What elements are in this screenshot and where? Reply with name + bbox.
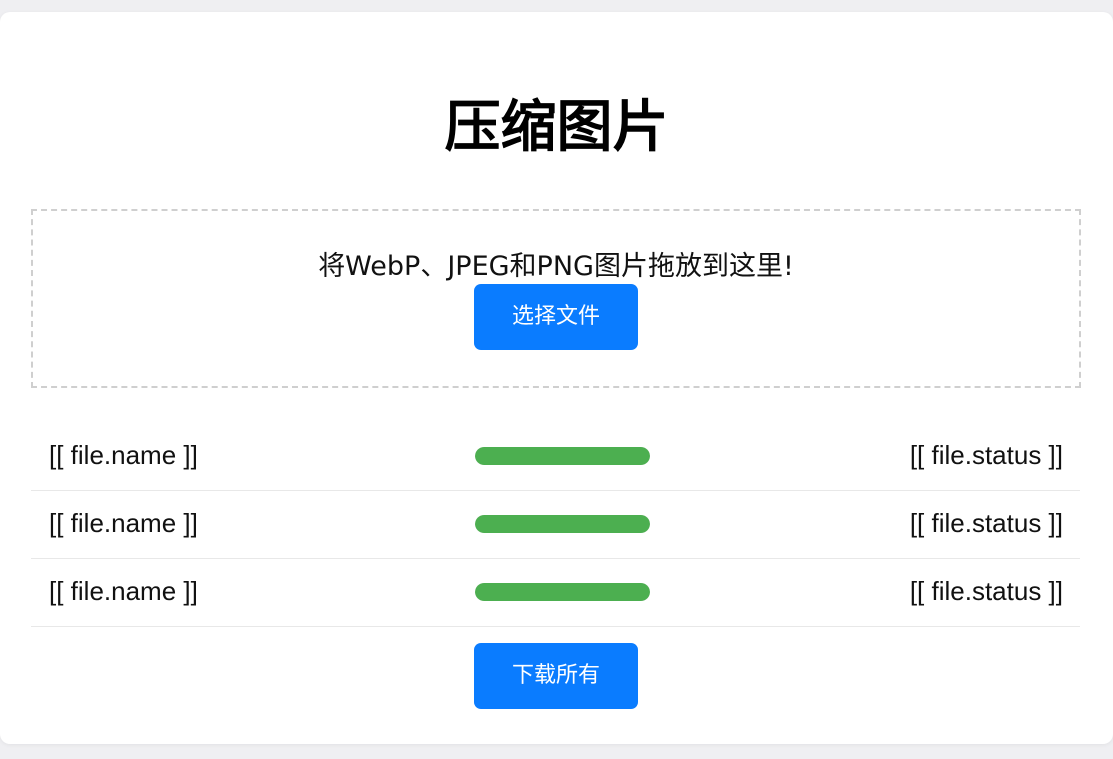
file-row: [[ file.name ]] [[ file.status ]] (31, 423, 1080, 491)
file-name: [[ file.name ]] (49, 440, 198, 470)
progress-fill (475, 515, 650, 533)
file-status: [[ file.status ]] (909, 576, 1063, 606)
progress-bar (475, 515, 650, 533)
progress-bar (475, 583, 650, 601)
progress-fill (475, 447, 650, 465)
dropzone-instructions: 将WebP、JPEG和PNG图片拖放到这里! (318, 251, 794, 282)
progress-bar (475, 447, 650, 465)
file-status: [[ file.status ]] (909, 440, 1063, 470)
file-row: [[ file.name ]] [[ file.status ]] (31, 559, 1080, 627)
main-card: 压缩图片 将WebP、JPEG和PNG图片拖放到这里! 选择文件 [[ file… (0, 12, 1113, 744)
file-name: [[ file.name ]] (49, 508, 198, 538)
select-file-button[interactable]: 选择文件 (474, 284, 638, 350)
file-status: [[ file.status ]] (909, 508, 1063, 538)
file-list: [[ file.name ]] [[ file.status ]] [[ fil… (31, 423, 1080, 627)
progress-fill (475, 583, 650, 601)
file-name: [[ file.name ]] (49, 576, 198, 606)
file-dropzone[interactable]: 将WebP、JPEG和PNG图片拖放到这里! 选择文件 (31, 209, 1081, 388)
download-all-button[interactable]: 下载所有 (474, 643, 638, 709)
page-title: 压缩图片 (444, 95, 669, 160)
file-row: [[ file.name ]] [[ file.status ]] (31, 491, 1080, 559)
